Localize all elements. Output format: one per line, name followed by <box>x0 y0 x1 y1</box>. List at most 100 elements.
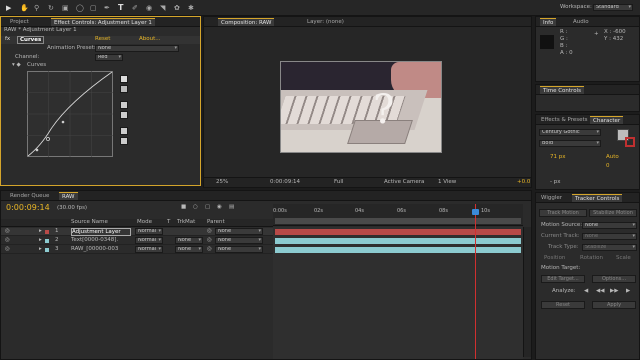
tracking-value[interactable]: 0 <box>606 163 610 170</box>
motion-source-select[interactable]: None <box>582 222 637 229</box>
tab-wiggler[interactable]: Wiggler <box>538 194 565 202</box>
playhead-handle[interactable] <box>472 209 479 215</box>
stroke-color-swatch[interactable] <box>625 137 635 147</box>
zoom-select[interactable]: 25% <box>216 179 228 186</box>
puppet-tool-icon[interactable]: ✱ <box>188 4 194 12</box>
pan-behind-tool-icon[interactable]: ◯ <box>76 4 84 12</box>
eraser-tool-icon[interactable]: ◥ <box>160 4 165 12</box>
tab-tracker-controls[interactable]: Tracker Controls <box>572 194 623 202</box>
analyze-forward-frame-icon[interactable]: ▶ <box>626 288 630 295</box>
analyze-back-frame-icon[interactable]: ◀ <box>584 288 588 295</box>
apply-button[interactable]: Apply <box>592 301 636 309</box>
layer-mode-select[interactable]: Normal <box>135 237 163 244</box>
hand-tool-icon[interactable]: ✋ <box>20 4 29 12</box>
current-track-select[interactable]: None <box>582 233 637 240</box>
channel-select[interactable]: Red <box>95 54 123 61</box>
viewer-timecode[interactable]: 0:00:09:14 <box>270 179 300 186</box>
parent-pickwhip-icon[interactable]: ◎ <box>207 237 212 244</box>
graph-editor-icon[interactable]: ▤ <box>229 204 234 211</box>
reset-link[interactable]: Reset <box>95 36 110 43</box>
layer-color-label[interactable] <box>45 239 49 243</box>
layer-duration-bar[interactable] <box>275 229 521 235</box>
twirl-icon[interactable]: ▸ <box>39 228 42 235</box>
font-size-value[interactable]: 71 px <box>550 154 566 161</box>
curve-bezier-icon[interactable] <box>120 75 128 83</box>
tab-comp-raw[interactable]: RAW <box>59 192 78 200</box>
tab-effect-controls[interactable]: Effect Controls: Adjustment Layer 1 <box>51 18 155 26</box>
parent-pickwhip-icon[interactable]: ◎ <box>207 246 212 253</box>
views-select[interactable]: 1 View <box>438 179 456 186</box>
exposure-value[interactable]: +0.0 <box>517 179 530 186</box>
curve-save-icon[interactable] <box>120 111 128 119</box>
composition-frame[interactable]: ? <box>280 61 442 153</box>
brush-tool-icon[interactable]: ✐ <box>132 4 138 12</box>
tab-effects-presets[interactable]: Effects & Presets <box>538 116 591 124</box>
presets-select[interactable]: None <box>95 45 179 52</box>
tab-layer[interactable]: Layer: (none) <box>304 18 347 26</box>
tab-project[interactable]: Project <box>7 18 32 26</box>
tab-info[interactable]: Info <box>540 18 557 26</box>
layer-name[interactable]: RAW_[00000-003 <box>71 246 131 253</box>
stabilize-motion-button[interactable]: Stabilize Motion <box>589 209 637 217</box>
track-type-select[interactable]: Stabilize <box>582 244 637 251</box>
layer-row[interactable]: ◎ ▸ 1 Adjustment Layer Normal ◎ None <box>1 228 273 236</box>
reset-button[interactable]: Reset <box>541 301 585 309</box>
parent-pickwhip-icon[interactable]: ◎ <box>207 228 212 235</box>
timeline-scrollbar[interactable] <box>523 227 531 357</box>
curve-smooth-icon[interactable] <box>120 127 128 135</box>
font-family-select[interactable]: Century Gothic <box>539 129 601 136</box>
layer-row[interactable]: ◎ ▸ 2 Text[0000-0348]. Normal None ◎ Non… <box>1 237 273 245</box>
fx-toggle-icon[interactable]: fx <box>5 36 10 43</box>
camera-tool-icon[interactable]: ▣ <box>62 4 69 12</box>
shy-icon[interactable]: ○ <box>193 204 198 211</box>
layer-mode-select[interactable]: Normal <box>135 228 163 235</box>
pen-tool-icon[interactable]: ✒ <box>104 4 110 12</box>
roto-tool-icon[interactable]: ✿ <box>174 4 180 12</box>
stroke-width-value[interactable]: - px <box>550 179 560 186</box>
layer-trkmat-select[interactable]: None <box>175 246 203 253</box>
curves-twirl-icon[interactable]: ▾ ◆ <box>12 62 21 69</box>
about-link[interactable]: About... <box>139 36 161 43</box>
workspace-select[interactable]: Standard <box>593 4 633 11</box>
track-motion-button[interactable]: Track Motion <box>539 209 587 217</box>
rotate-tool-icon[interactable]: ↻ <box>48 4 54 12</box>
scale-checkbox[interactable]: Scale <box>616 255 631 262</box>
analyze-forward-icon[interactable]: ▶▶ <box>610 288 618 295</box>
clone-tool-icon[interactable]: ◉ <box>146 4 152 12</box>
tab-character[interactable]: Character <box>590 116 624 124</box>
work-area-bar[interactable] <box>275 218 521 224</box>
type-tool-icon[interactable]: T <box>118 3 123 12</box>
layer-parent-select[interactable]: None <box>215 237 263 244</box>
playhead[interactable] <box>472 204 479 359</box>
time-ruler[interactable]: 0:00s 02s 04s 06s 08s 10s <box>273 204 523 226</box>
tab-time-controls[interactable]: Time Controls <box>540 86 584 94</box>
mask-tool-icon[interactable]: ▢ <box>90 4 97 12</box>
layer-color-label[interactable] <box>45 248 49 252</box>
twirl-icon[interactable]: ▸ <box>39 237 42 244</box>
position-checkbox[interactable]: Position <box>544 255 565 262</box>
curves-graph[interactable] <box>27 71 113 157</box>
fx-name[interactable]: Curves <box>17 36 45 44</box>
selection-tool-icon[interactable]: ▶ <box>6 4 11 12</box>
font-style-select[interactable]: Bold <box>539 140 601 147</box>
tab-audio[interactable]: Audio <box>570 18 592 26</box>
tab-render-queue[interactable]: Render Queue <box>7 192 52 200</box>
layer-parent-select[interactable]: None <box>215 228 263 235</box>
resolution-select[interactable]: Full <box>334 179 343 186</box>
layer-parent-select[interactable]: None <box>215 246 263 253</box>
layer-name[interactable]: Adjustment Layer <box>71 228 131 236</box>
camera-select[interactable]: Active Camera <box>384 179 424 186</box>
eye-icon[interactable]: ◎ <box>5 237 10 244</box>
tab-composition[interactable]: Composition: RAW <box>218 18 275 26</box>
layer-duration-bar[interactable] <box>275 238 521 244</box>
edit-target-button[interactable]: Edit Target... <box>541 275 585 283</box>
draft3d-icon[interactable]: ■ <box>181 204 186 211</box>
layer-color-label[interactable] <box>45 230 49 234</box>
analyze-back-icon[interactable]: ◀◀ <box>596 288 604 295</box>
layer-trkmat-select[interactable]: None <box>175 237 203 244</box>
twirl-icon[interactable]: ▸ <box>39 246 42 253</box>
options-button[interactable]: Options... <box>592 275 636 283</box>
frame-blend-icon[interactable]: ▢ <box>205 204 210 211</box>
zoom-tool-icon[interactable]: ⚲ <box>34 4 39 12</box>
layer-duration-bar[interactable] <box>275 247 521 253</box>
